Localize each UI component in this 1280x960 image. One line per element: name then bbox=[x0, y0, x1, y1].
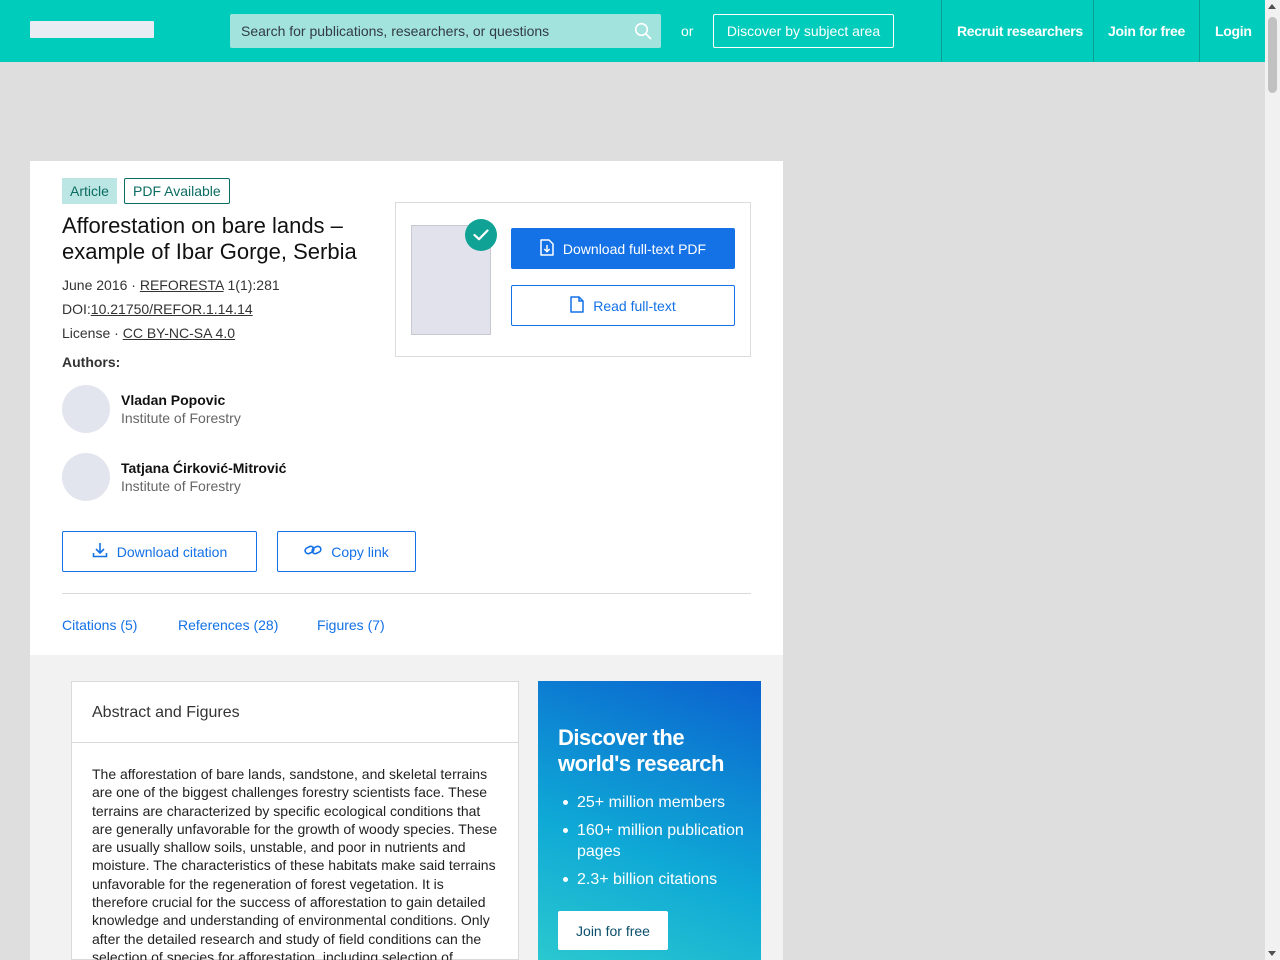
authors-label: Authors: bbox=[62, 354, 121, 370]
license-label: License · bbox=[62, 325, 123, 341]
join-for-free-link[interactable]: Join for free bbox=[1108, 23, 1185, 39]
promo-item: 25+ million members bbox=[558, 792, 748, 813]
scroll-down-arrow-icon[interactable] bbox=[1268, 951, 1276, 956]
license-line: License · CC BY-NC-SA 4.0 bbox=[62, 325, 235, 341]
article-header-card: Article PDF Available Afforestation on b… bbox=[30, 161, 783, 655]
publication-info: June 2016 · REFORESTA 1(1):281 bbox=[62, 277, 280, 293]
site-logo[interactable] bbox=[30, 21, 154, 38]
doi-link[interactable]: 10.21750/REFOR.1.14.14 bbox=[91, 301, 253, 317]
author-institution: Institute of Forestry bbox=[121, 478, 241, 494]
doi-label: DOI: bbox=[62, 301, 91, 317]
promo-title: Discover the world's research bbox=[558, 725, 724, 776]
license-link[interactable]: CC BY-NC-SA 4.0 bbox=[123, 325, 235, 341]
copy-link-label: Copy link bbox=[331, 543, 389, 560]
nav-divider bbox=[1093, 0, 1094, 62]
check-icon bbox=[465, 219, 497, 251]
tab-figures[interactable]: Figures (7) bbox=[317, 617, 385, 633]
abstract-header: Abstract and Figures bbox=[72, 682, 518, 743]
abstract-heading: Abstract and Figures bbox=[92, 704, 240, 721]
author-avatar[interactable] bbox=[62, 385, 110, 433]
page-scrollbar[interactable] bbox=[1265, 0, 1280, 960]
download-icon bbox=[92, 542, 108, 561]
login-link[interactable]: Login bbox=[1215, 23, 1252, 39]
author-name[interactable]: Tatjana Ćirković-Mitrović bbox=[121, 460, 286, 476]
search-icon[interactable] bbox=[631, 19, 655, 43]
read-fulltext-label: Read full-text bbox=[593, 297, 676, 314]
tab-references[interactable]: References (28) bbox=[178, 617, 278, 633]
top-navigation-bar: or Discover by subject area Recruit rese… bbox=[0, 0, 1265, 62]
doi-line: DOI:10.21750/REFOR.1.14.14 bbox=[62, 301, 253, 317]
link-icon bbox=[304, 543, 322, 560]
file-download-icon bbox=[540, 238, 554, 259]
promo-join-button[interactable]: Join for free bbox=[558, 911, 668, 950]
read-fulltext-button[interactable]: Read full-text bbox=[511, 285, 735, 326]
publication-date: June 2016 · bbox=[62, 277, 140, 293]
search-input[interactable] bbox=[230, 14, 625, 48]
or-text: or bbox=[681, 23, 694, 39]
author-name[interactable]: Vladan Popovic bbox=[121, 392, 225, 408]
tab-citations[interactable]: Citations (5) bbox=[62, 617, 137, 633]
nav-divider bbox=[941, 0, 942, 62]
full-text-box: Download full-text PDF Read full-text bbox=[395, 202, 751, 357]
promo-list: 25+ million members 160+ million publica… bbox=[558, 792, 748, 897]
nav-divider bbox=[1199, 0, 1200, 62]
search-box bbox=[230, 14, 661, 48]
journal-link[interactable]: REFORESTA bbox=[140, 277, 224, 293]
author-avatar[interactable] bbox=[62, 453, 110, 501]
download-citation-button[interactable]: Download citation bbox=[62, 531, 257, 572]
scroll-up-arrow-icon[interactable] bbox=[1268, 4, 1276, 9]
discover-by-subject-button[interactable]: Discover by subject area bbox=[713, 14, 894, 48]
author-item[interactable]: Tatjana Ćirković-Mitrović Institute of F… bbox=[62, 453, 362, 501]
promo-item: 2.3+ billion citations bbox=[558, 869, 748, 890]
article-title: Afforestation on bare lands – example of… bbox=[62, 213, 357, 264]
section-divider bbox=[62, 593, 751, 594]
discover-research-promo: Discover the world's research 25+ millio… bbox=[538, 681, 761, 960]
abstract-card: Abstract and Figures The afforestation o… bbox=[71, 681, 519, 960]
pdf-available-badge: PDF Available bbox=[124, 178, 230, 204]
scrollbar-thumb[interactable] bbox=[1268, 17, 1277, 93]
download-pdf-label: Download full-text PDF bbox=[562, 240, 707, 257]
journal-volume: 1(1):281 bbox=[223, 277, 280, 293]
abstract-text: The afforestation of bare lands, sandsto… bbox=[92, 766, 498, 960]
promo-item: 160+ million publication pages bbox=[558, 820, 748, 862]
author-item[interactable]: Vladan Popovic Institute of Forestry bbox=[62, 385, 362, 433]
download-citation-label: Download citation bbox=[116, 543, 228, 560]
download-pdf-button[interactable]: Download full-text PDF bbox=[511, 228, 735, 269]
document-icon bbox=[570, 295, 584, 316]
article-type-badge: Article bbox=[62, 178, 117, 204]
author-institution: Institute of Forestry bbox=[121, 410, 241, 426]
recruit-researchers-link[interactable]: Recruit researchers bbox=[957, 23, 1083, 39]
copy-link-button[interactable]: Copy link bbox=[277, 531, 416, 572]
